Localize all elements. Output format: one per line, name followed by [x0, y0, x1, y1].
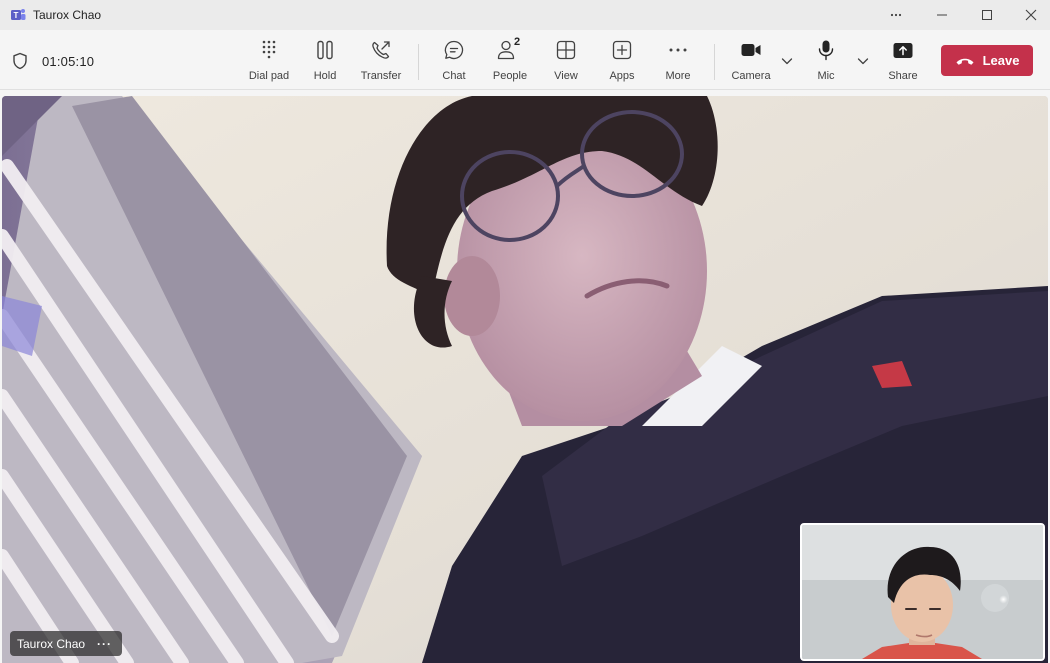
close-icon: [1025, 9, 1037, 21]
share-screen-icon: [893, 43, 913, 58]
dial-pad-label: Dial pad: [248, 70, 290, 82]
pause-icon: [317, 40, 333, 60]
camera-label: Camera: [731, 70, 771, 82]
dial-pad-button[interactable]: Dial pad: [246, 38, 292, 84]
camera-button[interactable]: Camera: [728, 38, 774, 84]
mic-button[interactable]: Mic: [808, 38, 844, 84]
leave-label: Leave: [982, 53, 1020, 68]
participant-name-tag: Taurox Chao ···: [10, 631, 123, 656]
hold-button[interactable]: Hold: [306, 38, 344, 84]
participant-options-button[interactable]: ···: [97, 637, 112, 651]
title-bar: T Taurox Chao: [0, 0, 1050, 30]
grid-view-icon: [556, 40, 576, 60]
maximize-icon: [982, 10, 992, 20]
view-label: View: [554, 70, 578, 82]
view-button[interactable]: View: [548, 38, 584, 84]
minimize-button[interactable]: [919, 0, 965, 30]
close-button[interactable]: [1008, 0, 1050, 30]
hang-up-icon: [956, 58, 974, 65]
people-label: People: [492, 70, 528, 82]
more-horizontal-icon: [669, 48, 687, 52]
mic-label: Mic: [817, 70, 835, 82]
mic-options-chevron-down-icon[interactable]: [856, 54, 870, 68]
window-title: Taurox Chao: [33, 8, 102, 22]
microphone-icon: [818, 40, 834, 61]
more-button[interactable]: More: [660, 38, 696, 84]
shield-icon: [13, 52, 27, 70]
svg-text:T: T: [14, 11, 19, 20]
hold-label: Hold: [313, 70, 337, 82]
add-apps-icon: [612, 40, 632, 60]
call-duration: 01:05:10: [42, 54, 95, 69]
video-camera-icon: [741, 44, 761, 56]
self-video-feed: [802, 525, 1043, 659]
transfer-button[interactable]: Transfer: [358, 38, 404, 84]
teams-logo-icon: T: [11, 9, 26, 20]
apps-label: Apps: [609, 70, 635, 82]
maximize-button[interactable]: [964, 0, 1010, 30]
more-horizontal-icon: [890, 13, 902, 17]
dial-pad-icon: [262, 40, 276, 59]
call-toolbar: 01:05:10 Dial pad Hold Transfer Chat 2 P…: [0, 30, 1050, 90]
window-more-options-button[interactable]: [873, 0, 919, 30]
camera-options-chevron-down-icon[interactable]: [780, 54, 794, 68]
people-count: 2: [514, 36, 521, 48]
chat-button[interactable]: Chat: [436, 38, 472, 84]
more-label: More: [665, 70, 691, 82]
minimize-icon: [937, 14, 947, 16]
chat-label: Chat: [442, 70, 466, 82]
share-label: Share: [888, 70, 918, 82]
transfer-label: Transfer: [360, 70, 402, 82]
chat-bubble-icon: [444, 40, 464, 60]
apps-button[interactable]: Apps: [604, 38, 640, 84]
call-transfer-icon: [372, 41, 390, 59]
toolbar-divider: [714, 44, 715, 80]
toolbar-divider: [418, 44, 419, 80]
leave-button[interactable]: Leave: [941, 45, 1033, 76]
people-button[interactable]: 2 People: [490, 36, 530, 84]
participant-name: Taurox Chao: [17, 636, 86, 651]
teams-call-window: T Taurox Chao 01:05:10 Dial pad Hold Tra…: [0, 0, 1050, 663]
self-view-video[interactable]: [800, 523, 1045, 661]
share-button[interactable]: Share: [884, 38, 922, 84]
